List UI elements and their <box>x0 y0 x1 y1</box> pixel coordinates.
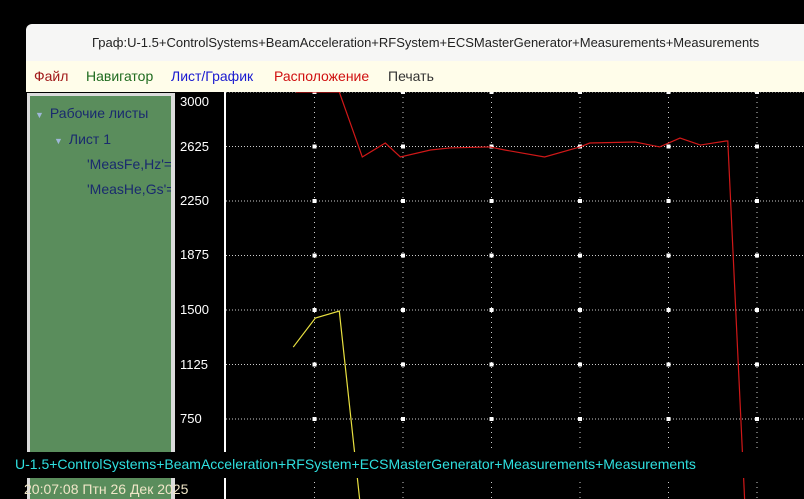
grid-marker <box>312 308 317 312</box>
tree-root[interactable]: ▼ Рабочие листы <box>35 105 148 121</box>
grid-marker <box>578 417 582 421</box>
grid-marker <box>666 199 671 203</box>
tree-item-meashe[interactable]: 'MeasHe,Gs'= <box>87 181 171 197</box>
y-tick: 3000 <box>180 94 209 109</box>
menu-sheet-graph[interactable]: Лист/График <box>171 68 253 84</box>
grid-marker <box>755 308 759 312</box>
grid-marker <box>578 308 582 312</box>
grid-marker <box>755 199 759 203</box>
grid-marker <box>401 362 405 367</box>
grid-marker <box>401 417 405 421</box>
y-tick: 2625 <box>180 139 209 154</box>
expand-triangle-icon[interactable]: ▼ <box>54 136 63 146</box>
tree-item-measfe[interactable]: 'MeasFe,Hz'= <box>87 156 171 172</box>
grid-marker <box>489 417 494 421</box>
grid-marker <box>666 308 671 312</box>
grid-marker <box>401 144 405 149</box>
grid-marker <box>666 144 671 149</box>
sidebar: ▼ Рабочие листы ▼ Лист 1 'MeasFe,Hz'= 'Mea… <box>27 93 175 499</box>
title-bar: Граф:U-1.5+ControlSystems+BeamAccelerati… <box>26 24 804 62</box>
series-line-0 <box>295 92 746 499</box>
y-axis: 3000 2625 2250 1875 1500 1125 750 <box>175 92 224 499</box>
plot-area[interactable] <box>224 92 804 499</box>
grid-marker <box>489 308 494 312</box>
grid-marker <box>401 253 405 258</box>
tree-sheet-label: Лист 1 <box>68 131 112 147</box>
menu-layout[interactable]: Расположение <box>274 68 369 84</box>
grid-marker <box>312 417 317 421</box>
grid-marker <box>489 199 494 203</box>
window-title: Граф:U-1.5+ControlSystems+BeamAccelerati… <box>92 35 760 50</box>
y-tick: 1500 <box>180 302 209 317</box>
grid-marker <box>755 362 759 367</box>
grid-marker <box>489 253 494 258</box>
menu-file[interactable]: Файл <box>34 68 68 84</box>
grid-marker <box>755 253 759 258</box>
grid-marker <box>578 199 582 203</box>
tree-root-label: Рабочие листы <box>49 105 149 121</box>
grid-marker <box>312 362 317 367</box>
menu-bar: Файл Навигатор Лист/График Расположение … <box>26 61 804 92</box>
grid-marker <box>312 144 317 149</box>
grid-marker <box>489 362 494 367</box>
grid-marker <box>666 253 671 258</box>
grid-marker <box>666 92 671 94</box>
status-bar: U-1.5+ControlSystems+BeamAcceleration+RF… <box>0 452 804 478</box>
y-tick: 1875 <box>180 247 209 262</box>
y-tick: 750 <box>180 411 202 426</box>
tree-sheet[interactable]: ▼ Лист 1 <box>54 131 111 147</box>
status-path: U-1.5+ControlSystems+BeamAcceleration+RF… <box>15 456 696 472</box>
grid-marker <box>755 144 759 149</box>
grid-marker <box>401 308 405 312</box>
clock: 20:07:08 Птн 26 Дек 2025 <box>24 481 189 497</box>
grid-marker <box>755 417 759 421</box>
grid-marker <box>578 253 582 258</box>
y-tick: 2250 <box>180 193 209 208</box>
grid-marker <box>755 92 759 94</box>
grid-marker <box>578 362 582 367</box>
y-tick: 1125 <box>180 357 208 372</box>
navigator-tree: ▼ Рабочие листы ▼ Лист 1 'MeasFe,Hz'= 'Mea… <box>30 96 171 499</box>
grid-marker <box>312 199 317 203</box>
grid-marker <box>401 92 405 94</box>
grid-marker <box>401 199 405 203</box>
expand-triangle-icon[interactable]: ▼ <box>35 110 44 120</box>
grid-marker <box>578 92 582 94</box>
grid-marker <box>489 92 494 94</box>
grid-marker <box>666 417 671 421</box>
menu-print[interactable]: Печать <box>388 68 434 84</box>
menu-navigator[interactable]: Навигатор <box>86 68 153 84</box>
grid-marker <box>312 253 317 258</box>
grid-marker <box>666 362 671 367</box>
